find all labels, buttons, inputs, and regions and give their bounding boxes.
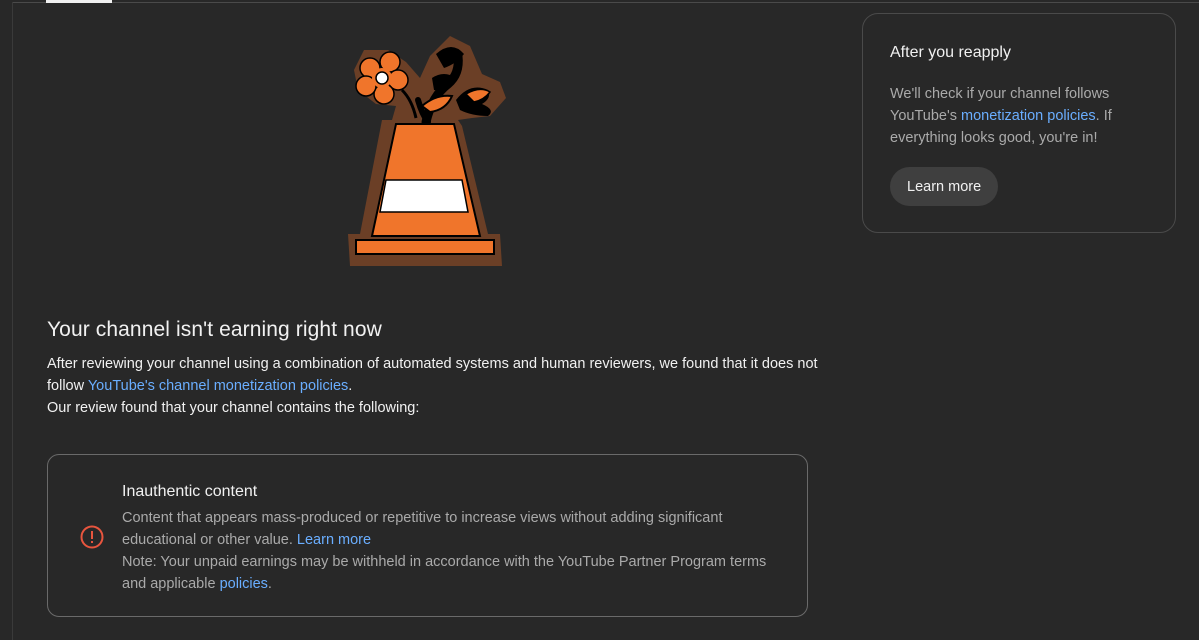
issue-title: Inauthentic content <box>122 483 258 500</box>
review-summary-suffix: . <box>348 378 353 394</box>
issue-description: Content that appears mass-produced or re… <box>122 507 792 595</box>
side-card-title: After you reapply <box>890 44 1011 61</box>
left-divider <box>12 2 13 640</box>
channel-monetization-policies-link[interactable]: YouTube's channel monetization policies <box>88 378 348 394</box>
page-title: Your channel isn't earning right now <box>47 318 382 341</box>
active-tab-indicator <box>46 0 112 3</box>
issue-explanation: Content that appears mass-produced or re… <box>122 507 792 551</box>
learn-more-button[interactable]: Learn more <box>890 167 999 206</box>
top-divider <box>12 2 1199 3</box>
alert-circle-icon <box>80 525 104 549</box>
review-summary: After reviewing your channel using a com… <box>47 353 827 397</box>
monetization-policies-link[interactable]: monetization policies <box>961 108 1096 124</box>
issue-note: Note: Your unpaid earnings may be withhe… <box>122 551 792 595</box>
side-card-body: We'll check if your channel follows YouT… <box>890 83 1150 149</box>
traffic-cone-with-flowers-illustration <box>348 36 506 266</box>
issue-card: Inauthentic content Content that appears… <box>47 454 808 617</box>
status-description: After reviewing your channel using a com… <box>47 353 827 419</box>
review-findings-intro: Our review found that your channel conta… <box>47 400 420 416</box>
after-you-reapply-card: After you reapply We'll check if your ch… <box>862 13 1176 233</box>
issue-note-suffix: . <box>267 576 272 592</box>
issue-explanation-text: Content that appears mass-produced or re… <box>122 510 723 548</box>
issue-learn-more-link[interactable]: Learn more <box>297 532 371 548</box>
monetization-status-page: Your channel isn't earning right now Aft… <box>0 0 1199 640</box>
policies-link[interactable]: policies <box>220 576 268 592</box>
